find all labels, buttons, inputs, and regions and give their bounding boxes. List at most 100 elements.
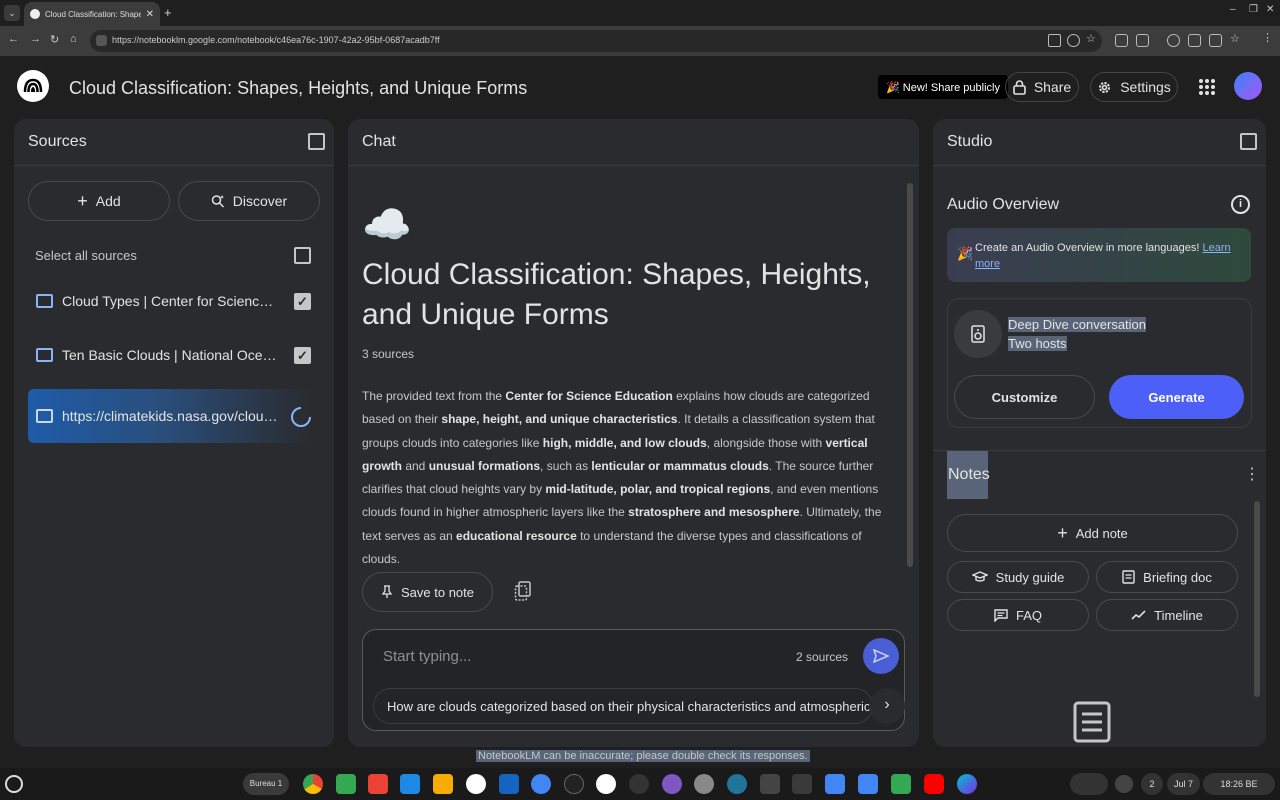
app-icon-12[interactable] xyxy=(662,774,682,794)
tab-search-button[interactable]: ⌄ xyxy=(4,5,20,21)
code-editor-icon[interactable] xyxy=(792,774,812,794)
bookmarks-icon[interactable]: ☆ xyxy=(1230,32,1240,45)
browser-tab-active[interactable]: Cloud Classification: Shapes, H ✕ xyxy=(24,2,160,26)
extension-icon-3[interactable] xyxy=(1188,34,1201,47)
address-bar[interactable]: https://notebooklm.google.com/notebook/c… xyxy=(90,30,1102,52)
extensions-puzzle-icon[interactable] xyxy=(1136,34,1149,47)
pin-icon xyxy=(381,585,393,598)
desk-switcher[interactable]: Bureau 1 xyxy=(243,773,289,795)
chat-input[interactable]: Start typing... xyxy=(383,648,471,665)
chevron-right-icon[interactable]: › xyxy=(869,688,905,724)
audio-languages-banner: 🎉 Create an Audio Overview in more langu… xyxy=(947,228,1251,282)
translate-icon[interactable] xyxy=(1209,34,1222,47)
google-sheets-icon[interactable] xyxy=(891,774,911,794)
chat-panel: Chat ☁️ Cloud Classification: Shapes, He… xyxy=(348,119,919,747)
site-info-icon[interactable] xyxy=(96,35,107,46)
briefing-doc-label: Briefing doc xyxy=(1143,569,1212,585)
chat-scrollbar[interactable] xyxy=(907,183,913,567)
chatgpt-icon[interactable] xyxy=(629,774,649,794)
app-icon-13[interactable] xyxy=(694,774,714,794)
zoom-icon[interactable] xyxy=(1067,34,1080,47)
study-guide-button[interactable]: Study guide xyxy=(947,561,1089,593)
send-button[interactable] xyxy=(863,638,899,674)
generate-button[interactable]: Generate xyxy=(1109,375,1244,419)
briefing-doc-icon xyxy=(1122,570,1135,584)
install-app-icon[interactable] xyxy=(1048,34,1061,47)
save-to-note-button[interactable]: Save to note xyxy=(362,572,493,612)
wordpress-icon[interactable] xyxy=(727,774,747,794)
search-sparkle-icon xyxy=(211,195,224,208)
minimize-icon[interactable]: – xyxy=(1230,4,1236,15)
extension-icon-2[interactable] xyxy=(1167,34,1180,47)
new-share-publicly-badge[interactable]: 🎉 New! Share publicly xyxy=(878,75,1008,99)
youtube-icon[interactable] xyxy=(924,774,944,794)
app-icon-10[interactable] xyxy=(596,774,616,794)
canva-icon[interactable] xyxy=(957,774,977,794)
launcher-icon[interactable] xyxy=(5,775,23,793)
collapse-sources-icon[interactable] xyxy=(308,133,325,150)
source-item[interactable]: Ten Basic Clouds | National Oceanic a... xyxy=(28,328,312,382)
notebook-title[interactable]: Cloud Classification: Shapes, Heights, a… xyxy=(69,78,527,99)
add-note-button[interactable]: + Add note xyxy=(947,514,1238,552)
notebooklm-taskbar-icon[interactable] xyxy=(466,774,486,794)
google-docs-icon[interactable] xyxy=(858,774,878,794)
app-icon-7[interactable] xyxy=(499,774,519,794)
gmail-icon[interactable] xyxy=(368,774,388,794)
settings-button[interactable]: Settings xyxy=(1090,72,1178,102)
collapse-studio-icon[interactable] xyxy=(1240,133,1257,150)
restore-icon[interactable]: ❐ xyxy=(1249,4,1258,15)
url-text[interactable]: https://notebooklm.google.com/notebook/c… xyxy=(112,35,440,45)
app-icon-9[interactable] xyxy=(564,774,584,794)
browser-toolbar: ← → ↻ ⌂ https://notebooklm.google.com/no… xyxy=(0,26,1280,56)
source-item-loading[interactable]: https://climatekids.nasa.gov/cloud-for..… xyxy=(28,389,312,443)
select-all-checkbox[interactable] xyxy=(294,247,311,264)
extension-icon-1[interactable] xyxy=(1115,34,1128,47)
notes-menu-icon[interactable]: ⋮ xyxy=(1244,464,1260,484)
briefing-doc-button[interactable]: Briefing doc xyxy=(1096,561,1238,593)
share-button[interactable]: Share xyxy=(1005,72,1079,102)
studio-scrollbar[interactable] xyxy=(1254,501,1260,697)
discover-sources-button[interactable]: Discover xyxy=(178,181,320,221)
tab-close-icon[interactable]: ✕ xyxy=(146,9,154,20)
timeline-button[interactable]: Timeline xyxy=(1096,599,1238,631)
suggested-question-chip[interactable]: How are clouds categorized based on thei… xyxy=(373,688,873,724)
source-item[interactable]: Cloud Types | Center for Science Educ... xyxy=(28,274,312,328)
home-icon[interactable]: ⌂ xyxy=(70,33,77,45)
browser-menu-icon[interactable]: ⋮ xyxy=(1262,31,1273,44)
customize-button[interactable]: Customize xyxy=(954,375,1095,419)
copy-icon[interactable] xyxy=(514,581,532,601)
forward-icon[interactable]: → xyxy=(30,33,41,45)
apps-grid-icon[interactable] xyxy=(1199,79,1215,95)
settings-label: Settings xyxy=(1120,79,1171,95)
app-icon-5[interactable] xyxy=(433,774,453,794)
source-checkbox[interactable]: ✓ xyxy=(294,293,311,310)
tray-status-icons[interactable] xyxy=(1070,773,1108,795)
tray-app-icon[interactable] xyxy=(1115,775,1133,793)
chat-composer: Start typing... 2 sources How are clouds… xyxy=(362,629,905,731)
notebooklm-logo-icon[interactable] xyxy=(17,70,49,102)
reload-icon[interactable]: ↻ xyxy=(50,33,59,46)
deep-dive-card: Deep Dive conversation Two hosts Customi… xyxy=(947,298,1252,428)
vscode-icon[interactable] xyxy=(400,774,420,794)
faq-button[interactable]: FAQ xyxy=(947,599,1089,631)
avatar[interactable] xyxy=(1234,72,1262,100)
graduation-cap-icon xyxy=(971,571,988,582)
files-icon[interactable] xyxy=(825,774,845,794)
party-popper-icon: 🎉 xyxy=(957,246,974,261)
close-window-icon[interactable]: ✕ xyxy=(1266,4,1274,15)
add-source-button[interactable]: + Add xyxy=(28,181,170,221)
lock-icon xyxy=(1013,79,1026,95)
time-status-area[interactable]: 18:26 BE xyxy=(1203,773,1275,795)
bookmark-star-icon[interactable]: ☆ xyxy=(1086,32,1096,45)
new-tab-button[interactable]: + xyxy=(164,5,172,21)
chrome-icon[interactable] xyxy=(303,774,323,794)
terminal-icon[interactable] xyxy=(760,774,780,794)
source-checkbox[interactable]: ✓ xyxy=(294,347,311,364)
accuracy-disclaimer: NotebookLM can be inaccurate; please dou… xyxy=(476,750,810,762)
notification-count-badge[interactable]: 2 xyxy=(1141,773,1163,795)
back-icon[interactable]: ← xyxy=(8,33,19,45)
google-drive-icon[interactable] xyxy=(336,774,356,794)
gemini-icon[interactable] xyxy=(531,774,551,794)
info-icon[interactable]: i xyxy=(1231,195,1250,214)
date-display[interactable]: Jul 7 xyxy=(1167,773,1200,795)
